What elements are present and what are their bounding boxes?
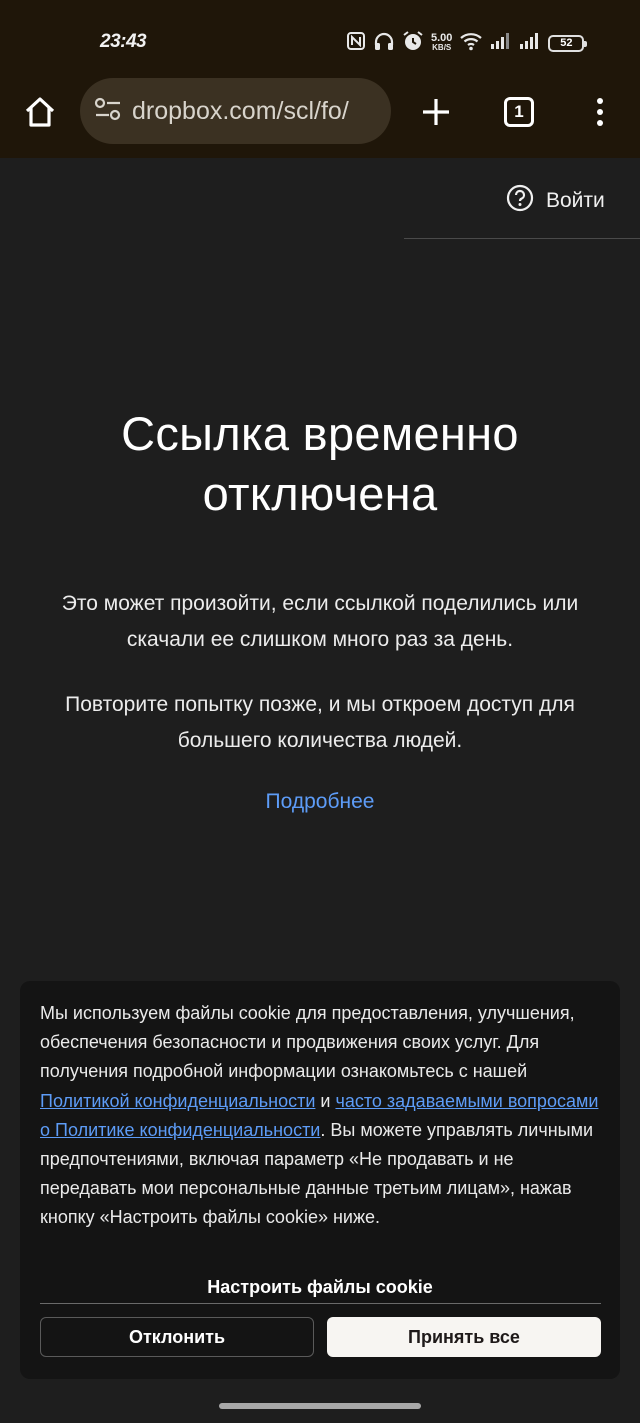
address-bar[interactable]: dropbox.com/scl/fo/ [80,78,391,144]
home-icon[interactable] [18,92,62,132]
cookie-text-part2: и [315,1090,336,1111]
cookie-banner: Мы используем файлы cookie для предостав… [20,981,620,1379]
tabs-count: 1 [504,97,534,127]
explanation-line2: скачали ее слишком много раз за день. [126,628,514,651]
status-bar: 23:43 5.00 KB/S 52 [0,0,640,78]
alarm-icon [402,30,424,57]
retry-line2: большего количества людей. [177,729,463,752]
plus-icon[interactable] [414,92,458,132]
wifi-icon [459,31,483,56]
retry-text: Повторите попытку позже, и мы откроем до… [10,687,630,759]
signal-icon [519,32,541,55]
privacy-policy-link[interactable]: Политикой конфиденциальности [40,1091,315,1111]
battery-level: 52 [560,37,573,49]
net-speed-value: 5.00 [431,32,453,44]
title-line1: Ссылка временно [121,407,519,460]
sign-in-button[interactable]: Войти [506,184,605,218]
net-speed: 5.00 KB/S [431,33,452,53]
explanation-line1: Это может произойти, если ссылкой подели… [61,592,579,615]
decline-button[interactable]: Отклонить [40,1317,314,1357]
cookie-divider [40,1303,601,1304]
site-settings-icon[interactable] [94,96,122,127]
home-indicator[interactable] [219,1403,421,1409]
sign-in-label[interactable]: Войти [546,189,605,213]
page-title: Ссылка временно отключена [0,404,640,524]
title-line2: отключена [202,467,438,520]
accept-all-button[interactable]: Принять все [327,1317,601,1357]
nfc-icon [346,31,366,56]
signal-icon [490,32,512,55]
help-icon[interactable] [506,184,534,218]
header-divider [404,238,640,239]
learn-more-link[interactable]: Подробнее [0,790,640,814]
net-speed-unit: KB/S [432,43,452,52]
status-time: 23:43 [100,31,147,52]
cookie-text-part1: Мы используем файлы cookie для предостав… [40,1003,575,1082]
headphones-icon [373,31,395,56]
cookie-text: Мы используем файлы cookie для предостав… [40,999,605,1233]
page-header: Войти [0,158,640,240]
browser-toolbar: dropbox.com/scl/fo/ 1 [0,78,640,158]
tabs-icon[interactable]: 1 [497,92,541,132]
explanation-text: Это может произойти, если ссылкой подели… [10,586,630,658]
url-text[interactable]: dropbox.com/scl/fo/ [132,97,349,126]
retry-line1: Повторите попытку позже, и мы откроем до… [65,693,575,716]
more-vert-icon[interactable] [578,92,622,132]
configure-cookies-button[interactable]: Настроить файлы cookie [20,1277,620,1298]
status-icons: 5.00 KB/S 52 [346,30,588,57]
battery-icon: 52 [548,34,588,52]
